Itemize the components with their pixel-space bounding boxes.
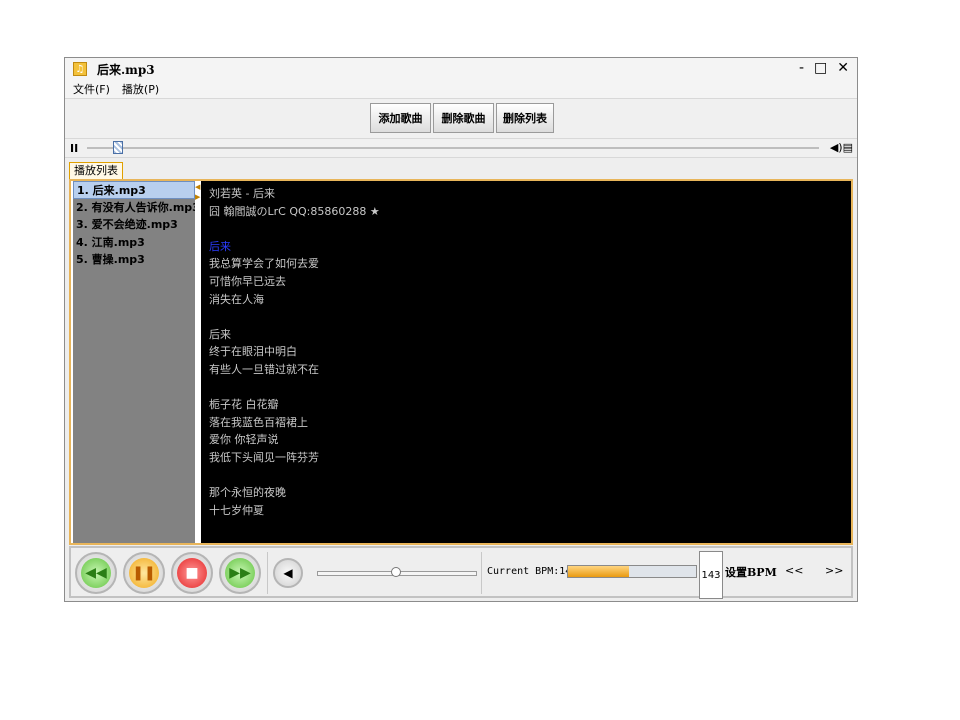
stop-icon: ■: [177, 558, 207, 588]
seek-bar-row: II ◀)▤: [65, 138, 857, 158]
music-note-icon: ♫: [73, 62, 87, 76]
lyric-line: 那个永恒的夜晚: [209, 486, 286, 500]
playlist: 1. 后来.mp3 2. 有没有人告诉你.mp3 3. 爱不会绝迹.mp3 4.…: [73, 181, 200, 543]
content-panel: 1. 后来.mp3 2. 有没有人告诉你.mp3 3. 爱不会绝迹.mp3 4.…: [69, 179, 853, 545]
fast-forward-button[interactable]: ▶▶: [219, 552, 261, 594]
lyric-line: 落在我蓝色百褶裙上: [209, 415, 308, 429]
lyric-line: 栀子花 白花瓣: [209, 398, 279, 412]
stop-button[interactable]: ■: [171, 552, 213, 594]
player-window: ♫ 后来.mp3 - □ ✕ 文件(F) 播放(P) 添加歌曲 删除歌曲 删除列…: [64, 57, 858, 602]
bpm-meter-fill: [568, 566, 630, 577]
lyric-line: 刘若英 - 后来: [209, 187, 275, 200]
prev-button[interactable]: <<: [785, 564, 803, 577]
playlist-item[interactable]: 1. 后来.mp3: [73, 181, 195, 199]
mute-button[interactable]: ◀: [273, 558, 303, 588]
collapse-left-icon[interactable]: ◀: [195, 183, 200, 191]
delete-song-button[interactable]: 删除歌曲: [433, 103, 494, 133]
expand-right-icon[interactable]: ▶: [195, 193, 200, 201]
menu-bar: 文件(F) 播放(P): [65, 80, 857, 98]
pause-button[interactable]: ❚❚: [123, 552, 165, 594]
current-bpm-label: Current BPM:143: [487, 566, 578, 577]
pause-icon: ❚❚: [129, 558, 159, 588]
seek-thumb[interactable]: [113, 141, 123, 154]
playlist-item[interactable]: 4. 江南.mp3: [73, 234, 195, 252]
maximize-button[interactable]: □: [814, 60, 827, 76]
volume-thumb[interactable]: [391, 567, 401, 577]
close-button[interactable]: ✕: [837, 60, 849, 76]
lyric-line: [201, 220, 851, 238]
rewind-button[interactable]: ◀◀: [75, 552, 117, 594]
lyric-line: 囧 翰閻誠のLrC QQ:85860288 ★: [209, 204, 380, 218]
lyric-line: 我低下头闻见一阵芬芳: [209, 450, 319, 464]
bpm-input[interactable]: 143: [699, 551, 723, 599]
menu-file[interactable]: 文件(F): [73, 81, 110, 97]
next-button[interactable]: >>: [825, 564, 843, 577]
lyric-line: 后来: [209, 327, 231, 341]
lyric-line-current: 后来: [209, 239, 231, 253]
tab-playlist[interactable]: 播放列表: [69, 162, 123, 179]
lyric-line: [201, 467, 851, 485]
pause-mini-icon[interactable]: II: [70, 142, 78, 155]
rewind-icon: ◀◀: [81, 558, 111, 588]
playlist-item[interactable]: 5. 曹操.mp3: [73, 251, 195, 269]
volume-mini-icon[interactable]: ◀)▤: [830, 141, 853, 154]
lyric-line: 有些人一旦错过就不在: [209, 362, 319, 376]
lyric-line: [201, 379, 851, 397]
lyric-line: 可惜你早已远去: [209, 274, 286, 288]
lyric-line: [201, 308, 851, 326]
delete-list-button[interactable]: 删除列表: [496, 103, 554, 133]
fast-forward-icon: ▶▶: [225, 558, 255, 588]
minimize-button[interactable]: -: [799, 60, 804, 76]
control-bar: ◀◀ ❚❚ ■ ▶▶ ◀ Current BPM:143 143 设置BPM <…: [69, 546, 853, 599]
lyric-line: 十七岁仲夏: [209, 503, 264, 517]
lyrics-panel: 刘若英 - 后来 囧 翰閻誠のLrC QQ:85860288 ★ 后来 我总算学…: [201, 181, 851, 543]
window-title: 后来.mp3: [97, 62, 155, 77]
lyric-line: 我总算学会了如何去爱: [209, 257, 319, 271]
seek-track[interactable]: [87, 147, 819, 149]
lyric-line: 爱你 你轻声说: [209, 433, 279, 447]
menu-play[interactable]: 播放(P): [122, 81, 159, 97]
add-song-button[interactable]: 添加歌曲: [370, 103, 431, 133]
toolbar: 添加歌曲 删除歌曲 删除列表: [65, 98, 857, 139]
lyric-line: 消失在人海: [209, 292, 264, 306]
set-bpm-button[interactable]: 设置BPM: [725, 564, 777, 580]
bpm-meter: [567, 565, 697, 578]
speaker-icon: ◀: [283, 566, 293, 580]
divider: [481, 552, 482, 594]
playlist-item[interactable]: 3. 爱不会绝迹.mp3: [73, 216, 195, 234]
playlist-item[interactable]: 2. 有没有人告诉你.mp3: [73, 199, 200, 217]
divider: [267, 552, 268, 594]
title-bar: ♫ 后来.mp3 - □ ✕: [65, 58, 857, 80]
lyric-line: 终于在眼泪中明白: [209, 345, 297, 359]
